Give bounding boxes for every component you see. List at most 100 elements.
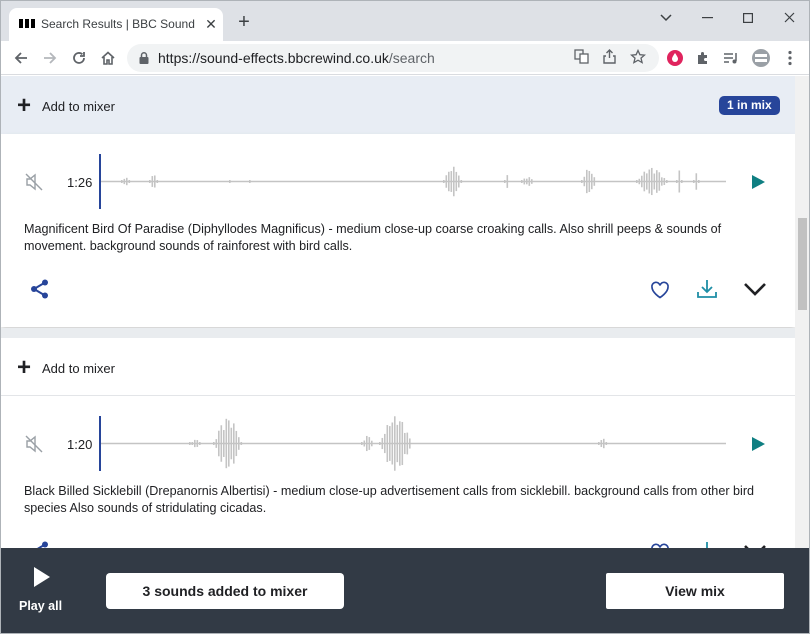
expand-chevron-icon[interactable] — [742, 277, 768, 301]
muted-speaker-icon[interactable] — [24, 172, 44, 192]
waveform-bar — [394, 416, 396, 471]
back-icon[interactable] — [9, 46, 33, 70]
bbc-favicon-icon — [19, 19, 35, 28]
waveform-bar — [384, 433, 386, 454]
media-queue-icon[interactable] — [719, 46, 743, 70]
browser-tab[interactable]: Search Results | BBC Sound Effe ✕ — [9, 8, 223, 41]
waveform-bar — [396, 424, 399, 463]
waveform-bar — [658, 172, 661, 191]
waveform-bar — [199, 442, 201, 445]
waveform-bar — [366, 435, 368, 452]
waveform[interactable] — [101, 416, 726, 471]
waveform-bar — [663, 177, 666, 186]
mixer-player-bar: Play all 3 sounds added to mixer View mi… — [1, 548, 809, 633]
waveform-bar — [399, 421, 401, 466]
waveform-bar — [361, 442, 363, 445]
waveform-bar — [600, 440, 603, 447]
home-icon[interactable] — [96, 46, 120, 70]
add-to-mixer-label: Add to mixer — [42, 98, 115, 114]
browser-window: Search Results | BBC Sound Effe ✕ + — [0, 0, 810, 634]
waveform-bar — [156, 180, 159, 183]
waveform-bar — [676, 180, 678, 183]
waveform-bar — [506, 175, 509, 188]
waveform-bar — [233, 423, 235, 464]
title-bar: Search Results | BBC Sound Effe ✕ + — [1, 1, 809, 41]
waveform-bar — [371, 440, 373, 447]
waveform-bar — [154, 175, 156, 188]
close-window-icon[interactable] — [779, 7, 799, 27]
waveform-bar — [386, 425, 389, 462]
lock-icon[interactable] — [137, 51, 151, 65]
waveform-bar — [409, 438, 411, 449]
tab-close-icon[interactable]: ✕ — [203, 16, 219, 32]
waveform-bar — [648, 169, 651, 194]
waveform-bar — [453, 166, 455, 197]
waveform-bar — [404, 432, 406, 455]
play-all-button[interactable]: Play all — [19, 566, 67, 618]
favourite-heart-icon[interactable] — [649, 279, 671, 301]
waveform-bar — [523, 178, 526, 185]
waveform-bar — [128, 180, 131, 183]
play-icon[interactable] — [749, 434, 767, 454]
waveform-bar — [693, 180, 695, 183]
waveform-bar — [363, 440, 366, 447]
waveform-bar — [678, 170, 681, 193]
bookmark-star-icon[interactable] — [629, 48, 647, 67]
waveform-bar — [504, 180, 506, 183]
waveform-bar — [593, 177, 596, 186]
extension-red-icon[interactable] — [663, 46, 687, 70]
waveform-bar — [681, 180, 683, 183]
scrollbar-thumb[interactable] — [798, 218, 807, 310]
maximize-icon[interactable] — [738, 7, 758, 27]
waveform[interactable] — [101, 154, 726, 209]
forward-icon[interactable] — [38, 46, 62, 70]
waveform-bar — [215, 439, 218, 448]
waveform-bar — [389, 426, 391, 461]
profile-avatar-icon[interactable] — [749, 46, 773, 70]
add-to-mixer-button[interactable]: + Add to mixer — [17, 356, 115, 380]
waveform-bar — [381, 437, 384, 450]
url-text[interactable]: https://sound-effects.bbcrewind.co.uk/se… — [158, 50, 435, 66]
waveform-bar — [196, 440, 199, 447]
waveform-bar — [249, 180, 251, 183]
extensions-puzzle-icon[interactable] — [691, 46, 715, 70]
waveform-bar — [636, 180, 638, 183]
waveform-bar — [123, 178, 126, 185]
waveform-bar — [521, 180, 523, 183]
waveform-bar — [401, 421, 404, 466]
share-icon[interactable] — [29, 278, 51, 300]
waveform-bar — [605, 442, 608, 445]
play-all-label: Play all — [19, 599, 63, 613]
muted-speaker-icon[interactable] — [24, 434, 44, 454]
mixer-bar: + Add to mixer 1 in mix — [1, 76, 795, 134]
add-to-mixer-button[interactable]: + Add to mixer — [17, 92, 115, 119]
waveform-bar — [228, 420, 230, 467]
waveform-bar — [603, 438, 605, 449]
waveform-bar — [698, 180, 700, 183]
menu-kebab-icon[interactable] — [778, 46, 802, 70]
waveform-bar — [121, 180, 123, 183]
waveform-bar — [445, 175, 448, 188]
translate-icon[interactable] — [572, 49, 590, 67]
reload-icon[interactable] — [67, 46, 91, 70]
waveform-bar — [235, 430, 238, 457]
download-icon[interactable] — [695, 277, 719, 301]
results-separator — [1, 328, 795, 338]
waveform-bar — [368, 437, 371, 450]
sounds-added-button[interactable]: 3 sounds added to mixer — [106, 573, 344, 609]
new-tab-icon[interactable]: + — [234, 12, 254, 32]
waveform-bar — [581, 180, 583, 183]
waveform-bar — [443, 180, 445, 183]
waveform-bar — [656, 170, 658, 193]
plus-icon: + — [17, 92, 32, 119]
waveform-bar — [638, 178, 641, 185]
share-page-icon[interactable] — [600, 49, 618, 67]
waveform-bar — [651, 167, 653, 196]
play-icon[interactable] — [749, 172, 767, 192]
address-bar[interactable]: https://sound-effects.bbcrewind.co.uk/se… — [127, 44, 659, 72]
waveform-bar — [643, 171, 646, 192]
mixer-bar: + Add to mixer — [1, 338, 795, 396]
minimize-icon[interactable] — [697, 7, 717, 27]
tab-search-chevron-icon[interactable] — [656, 7, 676, 27]
view-mix-button[interactable]: View mix — [606, 573, 784, 609]
